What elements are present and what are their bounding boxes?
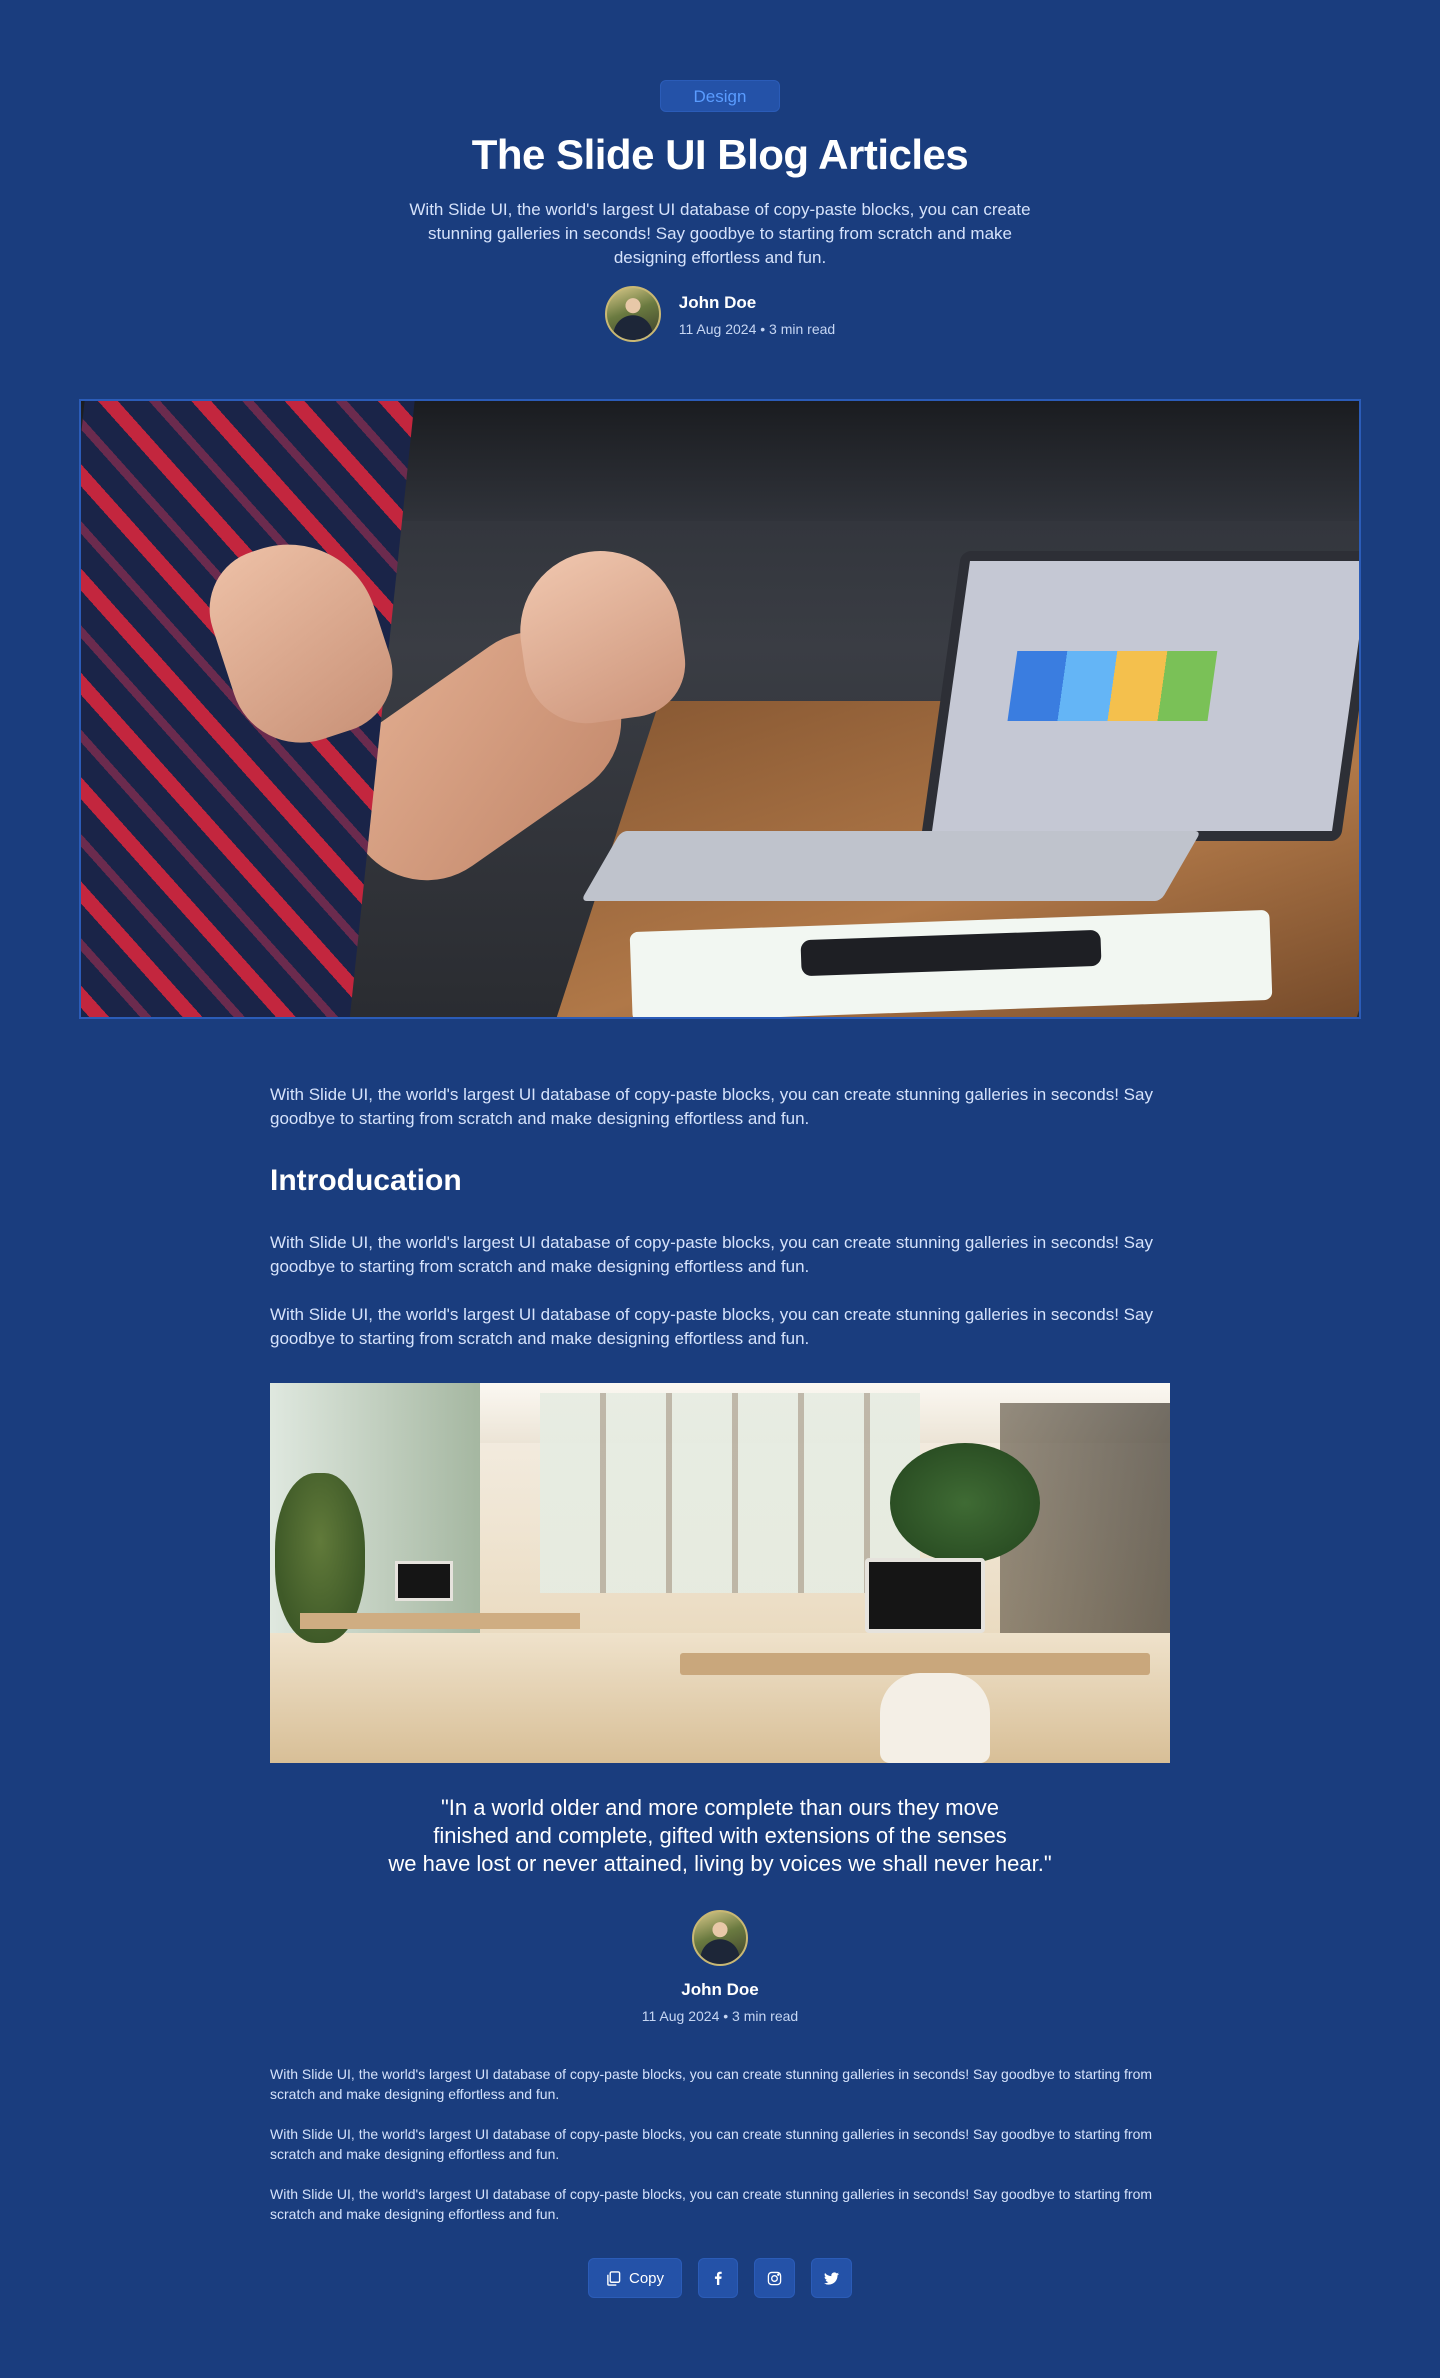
category-tag[interactable]: Design xyxy=(660,80,780,112)
copy-link-button[interactable]: Copy xyxy=(588,2258,682,2298)
twitter-share-button[interactable] xyxy=(811,2258,852,2298)
instagram-icon xyxy=(767,2271,782,2286)
instagram-share-button[interactable] xyxy=(754,2258,795,2298)
copy-label: Copy xyxy=(628,2269,665,2287)
quote-author-block: John Doe 11 Aug 2024 • 3 min read xyxy=(0,1910,1440,2024)
author-name[interactable]: John Doe xyxy=(679,291,835,315)
author-block: John Doe 11 Aug 2024 • 3 min read xyxy=(0,286,1440,342)
quote-author-name[interactable]: John Doe xyxy=(0,1978,1440,2002)
article-header: Design The Slide UI Blog Articles With S… xyxy=(0,80,1440,342)
share-bar: Copy xyxy=(0,2258,1440,2298)
author-meta: 11 Aug 2024 • 3 min read xyxy=(678,321,836,337)
intro-paragraph: With Slide UI, the world's largest UI da… xyxy=(270,1085,1153,1128)
avatar[interactable] xyxy=(692,1910,748,1966)
twitter-icon xyxy=(824,2271,839,2286)
quote-author-meta: 11 Aug 2024 • 3 min read xyxy=(641,2008,799,2024)
closing-paragraph: With Slide UI, the world's largest UI da… xyxy=(270,2186,1153,2222)
closing-paragraph: With Slide UI, the world's largest UI da… xyxy=(270,2066,1153,2102)
facebook-share-button[interactable] xyxy=(698,2258,738,2298)
body-paragraph: With Slide UI, the world's largest UI da… xyxy=(270,1305,1153,1348)
pull-quote: "In a world older and more complete than… xyxy=(388,1795,1052,1876)
body-paragraph: With Slide UI, the world's largest UI da… xyxy=(270,1233,1153,1276)
copy-icon xyxy=(606,2270,621,2286)
avatar[interactable] xyxy=(604,286,661,342)
hero-image xyxy=(79,399,1361,1019)
page-subtitle: With Slide UI, the world's largest UI da… xyxy=(409,200,1031,267)
facebook-icon xyxy=(711,2271,725,2285)
closing-paragraph: With Slide UI, the world's largest UI da… xyxy=(270,2126,1153,2162)
office-image xyxy=(270,1383,1170,1763)
section-heading: Introducation xyxy=(270,1164,462,1197)
page-title: The Slide UI Blog Articles xyxy=(471,131,969,178)
